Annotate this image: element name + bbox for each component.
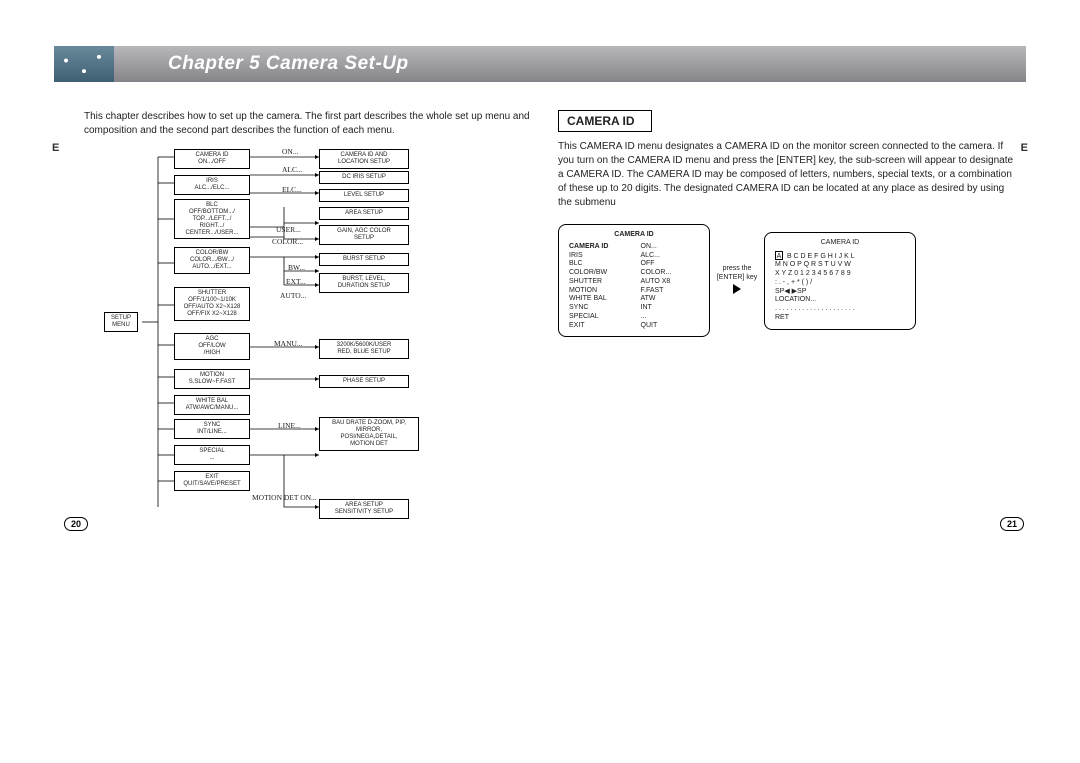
lbl-elc: ELC... — [282, 185, 302, 194]
chapter-header: Chapter 5 Camera Set-Up — [54, 46, 1026, 82]
arrow-icon — [733, 284, 741, 294]
node-camera-id: CAMERA ID ON.../OFF — [174, 149, 250, 169]
node3-gain: GAIN, AGC COLOR SETUP — [319, 225, 409, 245]
lbl-line: LINE... — [278, 421, 301, 430]
node3-area2: AREA SETUP SENSITIVITY SETUP — [319, 499, 409, 519]
node-blc: BLC OFF/BOTTOM.../ TOP.../LEFT.../ RIGHT… — [174, 199, 250, 239]
diagram-connectors — [104, 147, 524, 547]
right-page: E CAMERA ID This CAMERA ID menu designat… — [558, 110, 1018, 337]
lbl-on: ON... — [282, 147, 298, 156]
lbl-ext: EXT... — [286, 277, 306, 286]
node-iris: IRIS ALC.../ELC... — [174, 175, 250, 195]
osd-screens: CAMERA ID CAMERA IDON...IRISALC...BLCOFF… — [558, 224, 1018, 337]
section-title: CAMERA ID — [558, 110, 652, 132]
node3-area: AREA SETUP — [319, 207, 409, 220]
screen2-title: CAMERA ID — [775, 239, 905, 248]
lbl-user: USER... — [276, 225, 301, 234]
page-number-right: 21 — [1000, 517, 1024, 531]
screen2-line: X Y Z 0 1 2 3 4 5 6 7 8 9 — [775, 270, 905, 279]
header-decor — [54, 46, 114, 82]
left-page: E This chapter describes how to set up t… — [64, 110, 544, 547]
page-number-left: 20 — [64, 517, 88, 531]
node-motion: MOTION S.SLOW~F.FAST — [174, 369, 250, 389]
screen1-row: CAMERA IDON... — [569, 243, 699, 252]
lbl-alc: ALC... — [282, 165, 303, 174]
node-shutter: SHUTTER OFF/1/100~1/10K OFF/AUTO X2~X128… — [174, 287, 250, 321]
node3-special: BAU DRATE D-ZOOM, PIP, MIRROR, POSI/NEGA… — [319, 417, 419, 451]
node-setup-menu: SETUP MENU — [104, 312, 138, 332]
screen1-row: IRISALC... — [569, 252, 699, 261]
screen2-lines: A B C D E F G H I J K LM N O P Q R S T U… — [775, 251, 905, 323]
screen1-row: SYNCINT — [569, 304, 699, 313]
screen1-row: WHITE BALATW — [569, 295, 699, 304]
chapter-title: Chapter 5 Camera Set-Up — [168, 53, 409, 75]
screen1-row: EXITQUIT — [569, 322, 699, 331]
node3-burst: BURST SETUP — [319, 253, 409, 266]
node3-burst2: BURST, LEVEL, DURATION SETUP — [319, 273, 409, 293]
screen1-rows: CAMERA IDON...IRISALC...BLCOFFCOLOR/BWCO… — [569, 243, 699, 331]
node-colorbw: COLOR/BW COLOR.../BW.../ AUTO.../EXT... — [174, 247, 250, 274]
lbl-bw: BW... — [288, 263, 305, 272]
menu-tree-diagram: SETUP MENU CAMERA ID ON.../OFF IRIS ALC.… — [104, 147, 544, 547]
lbl-manu: MANU... — [274, 339, 303, 348]
screen2-line: SP◀ ▶SP — [775, 288, 905, 297]
side-letter-left: E — [52, 142, 59, 154]
node-exit: EXIT QUIT/SAVE/PRESET — [174, 471, 250, 491]
node-sync: SYNC INT/LINE... — [174, 419, 250, 439]
node3-camid: CAMERA ID AND LOCATION SETUP — [319, 149, 409, 169]
lbl-auto: AUTO... — [280, 291, 306, 300]
osd-screen-1: CAMERA ID CAMERA IDON...IRISALC...BLCOFF… — [558, 224, 710, 337]
screen1-row: SPECIAL... — [569, 313, 699, 322]
screen2-line: . . . . . . . . . . . . . . . . . . . . … — [775, 305, 905, 314]
arrow-note-text: press the [ENTER] key — [717, 265, 757, 280]
screen1-row: MOTIONF.FAST — [569, 287, 699, 296]
lbl-color: COLOR... — [272, 237, 303, 246]
screen2-line: LOCATION... — [775, 296, 905, 305]
screen2-line: : . - , + * ( ) / — [775, 279, 905, 288]
screen1-row: SHUTTERAUTO X8 — [569, 278, 699, 287]
side-letter-right: E — [1021, 142, 1028, 154]
node3-3200k: 3200K/5600K/USER RED, BLUE SETUP — [319, 339, 409, 359]
node-special: SPECIAL ... — [174, 445, 250, 465]
node3-level: LEVEL SETUP — [319, 189, 409, 202]
body-text: This CAMERA ID menu designates a CAMERA … — [558, 140, 1018, 210]
node-whitebal: WHITE BAL ATW/AWC/MANU... — [174, 395, 250, 415]
screen1-row: BLCOFF — [569, 260, 699, 269]
screen1-row: COLOR/BWCOLOR... — [569, 269, 699, 278]
node-agc: AGC OFF/LOW /HIGH — [174, 333, 250, 360]
node3-phase: PHASE SETUP — [319, 375, 409, 388]
enter-key-note: press the [ENTER] key — [716, 265, 758, 296]
screen2-line: RET — [775, 314, 905, 323]
screen1-title: CAMERA ID — [569, 231, 699, 240]
screen2-line: M N O P Q R S T U V W — [775, 261, 905, 270]
osd-screen-2: CAMERA ID A B C D E F G H I J K LM N O P… — [764, 232, 916, 330]
node3-dciris: DC IRIS SETUP — [319, 171, 409, 184]
lbl-motdet: MOTION DET ON... — [252, 493, 317, 502]
screen2-line: A B C D E F G H I J K L — [775, 251, 905, 262]
intro-text: This chapter describes how to set up the… — [84, 110, 544, 137]
